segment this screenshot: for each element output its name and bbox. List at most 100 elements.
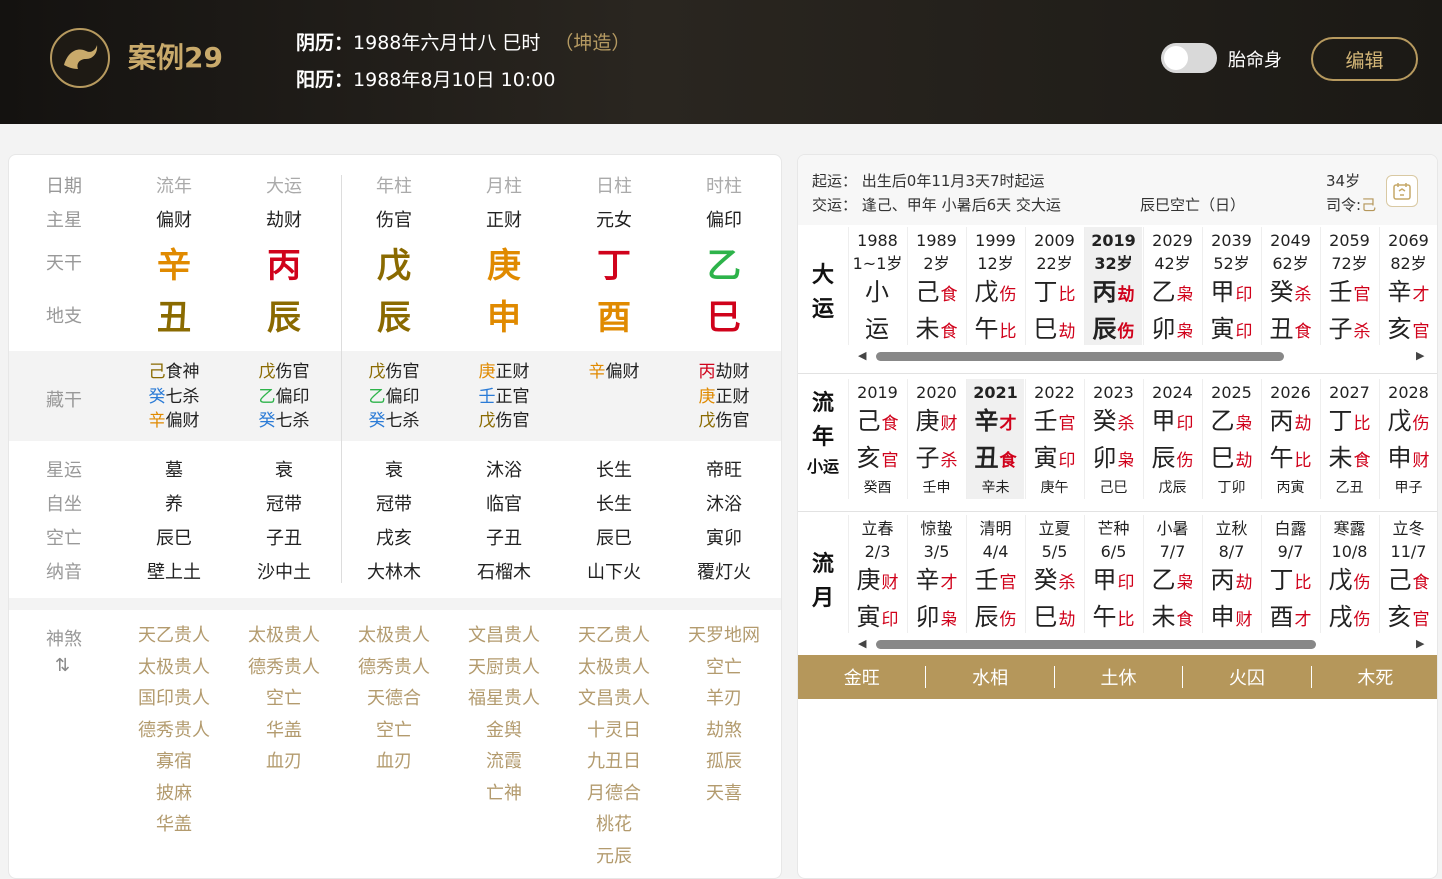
shensha-item[interactable]: 劫煞 xyxy=(669,715,779,747)
shensha-item[interactable]: 元辰 xyxy=(559,841,669,873)
shensha-item[interactable]: 金舆 xyxy=(449,715,559,747)
liunian-column[interactable]: 2021 辛才 丑食 辛未 xyxy=(966,379,1024,499)
liunian-column[interactable]: 2027 丁比 未食 乙丑 xyxy=(1320,379,1378,499)
shensha-item[interactable]: 月德合 xyxy=(559,778,669,810)
liunian-column[interactable]: 2026 丙劫 午比 丙寅 xyxy=(1261,379,1319,499)
liunian-column[interactable]: 2019 己食 亥官 癸酉 xyxy=(848,379,906,499)
shensha-item[interactable]: 天厨贵人 xyxy=(449,652,559,684)
liuyue-column[interactable]: 立夏 5/5 癸杀 巳劫 xyxy=(1025,515,1083,633)
jieqi-name: 清明 xyxy=(979,519,1012,538)
liuyue-column[interactable]: 立春 2/3 庚财 寅印 xyxy=(848,515,906,633)
tiangan[interactable]: 戊 xyxy=(339,238,449,287)
shensha-item[interactable]: 孤辰 xyxy=(669,746,779,778)
shensha-item[interactable]: 天德合 xyxy=(339,683,449,715)
ganzhi: 亥官 xyxy=(849,441,906,478)
dayun-column[interactable]: 2019 32岁 丙劫 辰伤 xyxy=(1084,227,1142,345)
solar-value: 1988年8月10日 10:00 xyxy=(353,69,556,91)
liunian-column[interactable]: 2025 乙枭 巳劫 丁卯 xyxy=(1202,379,1260,499)
dayun-column[interactable]: 2009 22岁 丁比 巳劫 xyxy=(1025,227,1083,345)
scroll-left-icon[interactable]: ◀ xyxy=(858,637,866,650)
shensha-item[interactable]: 天乙贵人 xyxy=(119,620,229,652)
tiangan[interactable]: 辛 xyxy=(119,238,229,287)
dizhi[interactable]: 辰 xyxy=(339,290,449,339)
shensha-item[interactable]: 太极贵人 xyxy=(229,620,339,652)
ganzhi-char: 亥 xyxy=(1387,315,1412,343)
ganzhi: 申财 xyxy=(1203,600,1260,637)
liuyue-column[interactable]: 寒露 10/8 戊伤 戌伤 xyxy=(1320,515,1378,633)
tiangan[interactable]: 丁 xyxy=(559,238,669,287)
liunian-column[interactable]: 2023 癸杀 卯枭 己巳 xyxy=(1084,379,1142,499)
calendar-today-icon[interactable] xyxy=(1386,175,1418,207)
scroll-left-icon[interactable]: ◀ xyxy=(858,349,866,362)
liuyue-column[interactable]: 芒种 6/5 甲印 午比 xyxy=(1084,515,1142,633)
scroll-right-icon[interactable]: ▶ xyxy=(1416,349,1424,362)
liuyue-column[interactable]: 立秋 8/7 丙劫 申财 xyxy=(1202,515,1260,633)
jieqi-name: 立春 xyxy=(861,519,894,538)
shensha-item[interactable]: 空亡 xyxy=(339,715,449,747)
shensha-item[interactable]: 披麻 xyxy=(119,778,229,810)
shensha-item[interactable]: 德秀贵人 xyxy=(339,652,449,684)
shensha-item[interactable]: 天乙贵人 xyxy=(559,620,669,652)
shensha-item[interactable]: 空亡 xyxy=(229,683,339,715)
liuyue-scrollbar[interactable]: ◀ ▶ xyxy=(858,637,1424,651)
taimingshen-toggle[interactable] xyxy=(1161,43,1217,73)
shensha-item[interactable]: 国印贵人 xyxy=(119,683,229,715)
dayun-column[interactable]: 2059 72岁 壬官 子杀 xyxy=(1320,227,1378,345)
ganzhi-char: 小 xyxy=(865,278,889,306)
shensha-item[interactable]: 流霞 xyxy=(449,746,559,778)
dayun-column[interactable]: 2049 62岁 癸杀 丑食 xyxy=(1261,227,1319,345)
dayun-column[interactable]: 2039 52岁 甲印 寅印 xyxy=(1202,227,1260,345)
shensha-item[interactable]: 太极贵人 xyxy=(119,652,229,684)
dayun-column[interactable]: 2029 42岁 乙枭 卯枭 xyxy=(1143,227,1201,345)
shensha-item[interactable]: 桃花 xyxy=(559,809,669,841)
tiangan[interactable]: 庚 xyxy=(449,238,559,287)
tiangan[interactable]: 乙 xyxy=(669,238,779,287)
liunian-column[interactable]: 2022 壬官 寅印 庚午 xyxy=(1025,379,1083,499)
dizhi[interactable]: 辰 xyxy=(229,290,339,339)
liuyue-column[interactable]: 白露 9/7 丁比 酉才 xyxy=(1261,515,1319,633)
nayin: 壁上土 xyxy=(147,562,201,583)
shensha-item[interactable]: 血刃 xyxy=(339,746,449,778)
liuyue-column[interactable]: 立冬 11/7 己食 亥官 xyxy=(1379,515,1437,633)
dizhi[interactable]: 申 xyxy=(449,290,559,339)
dayun-column[interactable]: 1999 12岁 戊伤 午比 xyxy=(966,227,1024,345)
shensha-item[interactable]: 九丑日 xyxy=(559,746,669,778)
liunian-column[interactable]: 2028 戊伤 申财 甲子 xyxy=(1379,379,1437,499)
dizhi[interactable]: 丑 xyxy=(119,290,229,339)
liunian-column[interactable]: 2024 甲印 辰伤 戊辰 xyxy=(1143,379,1201,499)
dizhi[interactable]: 酉 xyxy=(559,290,669,339)
shensha-item[interactable]: 太极贵人 xyxy=(339,620,449,652)
shensha-item[interactable]: 羊刃 xyxy=(669,683,779,715)
liunian-column[interactable]: 2020 庚财 子杀 壬申 xyxy=(907,379,965,499)
edit-button[interactable]: 编辑 xyxy=(1311,37,1418,81)
shensha-item[interactable]: 天罗地网 xyxy=(669,620,779,652)
shensha-item[interactable]: 文昌贵人 xyxy=(559,683,669,715)
shensha-item[interactable]: 太极贵人 xyxy=(559,652,669,684)
shensha-item[interactable]: 德秀贵人 xyxy=(119,715,229,747)
shensha-item[interactable]: 德秀贵人 xyxy=(229,652,339,684)
dizhi[interactable]: 巳 xyxy=(669,290,779,339)
liuyue-column[interactable]: 惊蛰 3/5 辛才 卯枭 xyxy=(907,515,965,633)
dayun-column[interactable]: 1988 1~1岁小运 xyxy=(848,227,906,345)
liuyue-column[interactable]: 清明 4/4 壬官 辰伤 xyxy=(966,515,1024,633)
shensha-item[interactable]: 文昌贵人 xyxy=(449,620,559,652)
shensha-toggle-icon[interactable]: ⇅ xyxy=(55,655,70,676)
shensha-item[interactable]: 华盖 xyxy=(119,809,229,841)
scroll-thumb[interactable] xyxy=(876,640,1316,649)
ganzhi: 小 xyxy=(849,275,906,312)
scroll-thumb[interactable] xyxy=(876,352,1284,361)
shensha-item[interactable]: 血刃 xyxy=(229,746,339,778)
shensha-item[interactable]: 寡宿 xyxy=(119,746,229,778)
shensha-item[interactable]: 亡神 xyxy=(449,778,559,810)
tiangan[interactable]: 丙 xyxy=(229,238,339,287)
shensha-item[interactable]: 十灵日 xyxy=(559,715,669,747)
liuyue-column[interactable]: 小暑 7/7 乙枭 未食 xyxy=(1143,515,1201,633)
shensha-item[interactable]: 福星贵人 xyxy=(449,683,559,715)
dayun-column[interactable]: 2069 82岁 辛才 亥官 xyxy=(1379,227,1437,345)
shensha-item[interactable]: 天喜 xyxy=(669,778,779,810)
shensha-item[interactable]: 空亡 xyxy=(669,652,779,684)
dayun-column[interactable]: 1989 2岁 己食 未食 xyxy=(907,227,965,345)
scroll-right-icon[interactable]: ▶ xyxy=(1416,637,1424,650)
dayun-scrollbar[interactable]: ◀ ▶ xyxy=(858,349,1424,363)
shensha-item[interactable]: 华盖 xyxy=(229,715,339,747)
